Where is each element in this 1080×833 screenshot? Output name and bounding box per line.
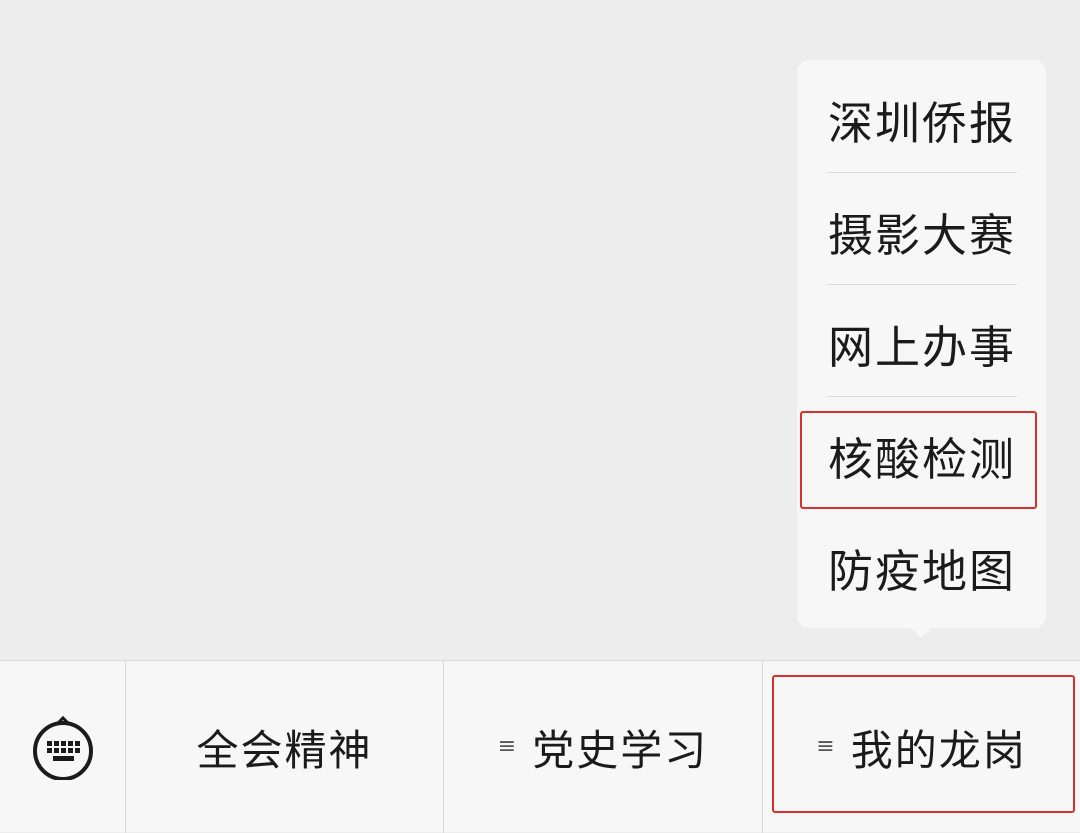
divider bbox=[827, 396, 1017, 397]
submenu-item-label: 深圳侨报 bbox=[828, 96, 1017, 150]
submenu-item-photo-contest[interactable]: 摄影大赛 bbox=[797, 175, 1046, 287]
divider bbox=[827, 284, 1017, 285]
divider bbox=[827, 172, 1017, 173]
submenu-item-label: 摄影大赛 bbox=[828, 208, 1017, 262]
submenu-item-epidemic-map[interactable]: 防疫地图 bbox=[797, 511, 1046, 623]
submenu-item-online-services[interactable]: 网上办事 bbox=[797, 287, 1046, 399]
keyboard-icon bbox=[32, 715, 93, 780]
submenu-item-nucleic-test[interactable]: 核酸检测 bbox=[797, 399, 1046, 511]
menu-item-my-longgang[interactable]: ≡ 我的龙岗 bbox=[763, 661, 1080, 833]
menu-item-label: 党史学习 bbox=[532, 725, 709, 775]
bottom-menu-bar: 全会精神 ≡ 党史学习 ≡ 我的龙岗 bbox=[0, 660, 1080, 833]
submenu-item-qiaobao[interactable]: 深圳侨报 bbox=[797, 63, 1046, 175]
menu-item-party-history[interactable]: ≡ 党史学习 bbox=[444, 661, 762, 833]
submenu-indicator-icon: ≡ bbox=[816, 734, 835, 759]
menu-item-label: 全会精神 bbox=[196, 725, 373, 775]
keyboard-toggle-button[interactable] bbox=[0, 661, 125, 833]
submenu-item-label: 核酸检测 bbox=[828, 432, 1017, 486]
submenu-item-label: 防疫地图 bbox=[828, 544, 1017, 598]
submenu-popup: 深圳侨报 摄影大赛 网上办事 核酸检测 防疫地图 bbox=[797, 60, 1046, 628]
submenu-indicator-icon: ≡ bbox=[497, 734, 517, 759]
menu-item-plenum-spirit[interactable]: 全会精神 bbox=[126, 661, 443, 833]
submenu-item-label: 网上办事 bbox=[828, 320, 1017, 374]
menu-item-label: 我的龙岗 bbox=[850, 725, 1027, 775]
popup-pointer bbox=[911, 628, 931, 638]
